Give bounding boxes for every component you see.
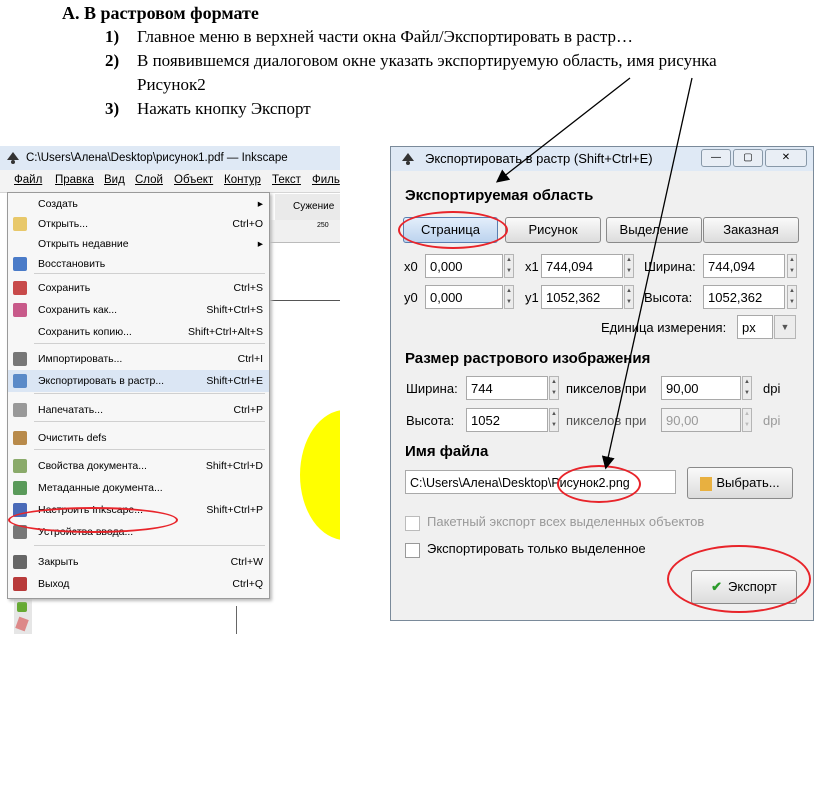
arrow-to-page-tab [495, 77, 631, 183]
arrow-to-filename [601, 77, 693, 470]
annotation-arrows [495, 77, 693, 470]
